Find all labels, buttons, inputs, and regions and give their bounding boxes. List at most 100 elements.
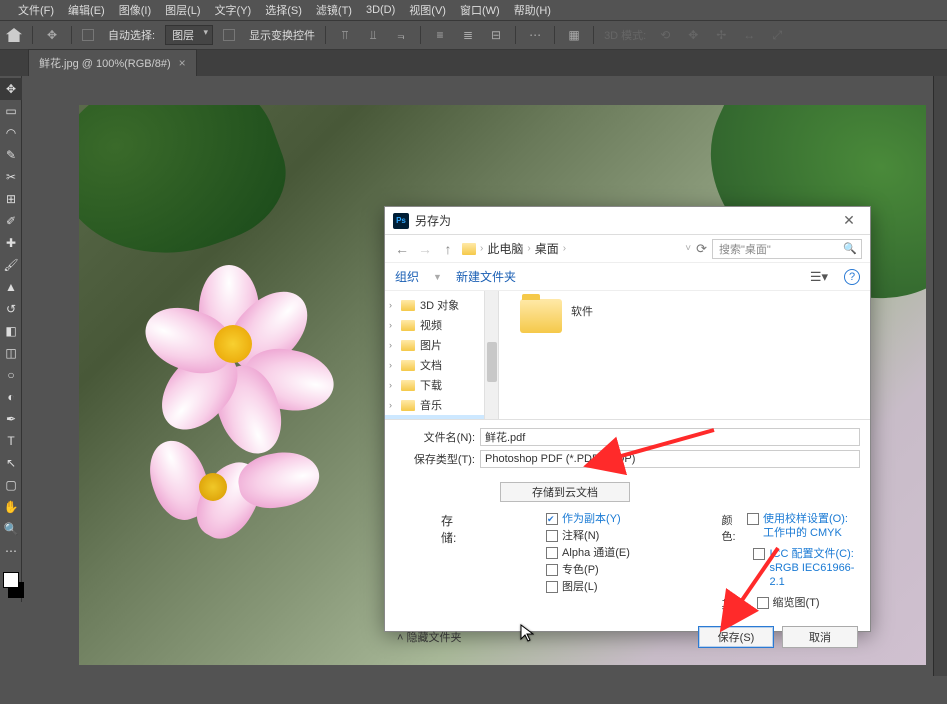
view-mode-icon[interactable]: ☰▾ xyxy=(808,268,830,286)
align-left-icon[interactable]: ⫪ xyxy=(336,26,354,44)
filename-input[interactable]: 鲜花.pdf xyxy=(480,428,860,446)
move-tool-icon[interactable]: ✥ xyxy=(43,26,61,44)
menu-image[interactable]: 图像(I) xyxy=(119,2,151,18)
close-tab-icon[interactable]: × xyxy=(179,56,186,70)
file-area[interactable]: 软件 xyxy=(499,291,870,419)
dialog-titlebar[interactable]: Ps 另存为 ✕ xyxy=(385,207,870,235)
search-placeholder: 搜索"桌面" xyxy=(719,241,771,257)
tree-item-downloads[interactable]: ›下载 xyxy=(385,375,484,395)
nav-forward-icon[interactable]: → xyxy=(416,241,434,257)
foreground-swatch[interactable] xyxy=(3,572,19,588)
menu-3d[interactable]: 3D(D) xyxy=(366,4,395,16)
breadcrumb-root[interactable]: 此电脑 xyxy=(487,240,523,257)
folder-icon xyxy=(401,340,415,351)
crop-tool-icon[interactable]: ✂ xyxy=(0,166,22,188)
search-input[interactable]: 搜索"桌面" 🔍 xyxy=(712,239,862,259)
refresh-icon[interactable]: ⟳ xyxy=(696,241,707,257)
autoselect-checkbox[interactable] xyxy=(82,29,94,41)
document-tab-bar: 鲜花.jpg @ 100%(RGB/8#) × xyxy=(0,50,947,76)
blur-tool-icon[interactable]: ○ xyxy=(0,364,22,386)
folder-item[interactable] xyxy=(511,299,571,333)
menu-layer[interactable]: 图层(L) xyxy=(165,2,200,18)
tree-item-pictures[interactable]: ›图片 xyxy=(385,335,484,355)
save-notes-checkbox[interactable]: 注释(N) xyxy=(546,529,661,543)
chevron-right-icon: › xyxy=(389,360,392,370)
more-align-icon[interactable]: ⋯ xyxy=(526,26,544,44)
organize-button[interactable]: 组织 xyxy=(395,268,419,285)
save-button[interactable]: 保存(S) xyxy=(698,626,774,648)
new-folder-button[interactable]: 新建文件夹 xyxy=(456,268,516,285)
edit-toolbar-icon[interactable]: ⋯ xyxy=(0,540,22,562)
autoselect-label: 自动选择: xyxy=(108,27,155,43)
document-tab[interactable]: 鲜花.jpg @ 100%(RGB/8#) × xyxy=(28,49,197,76)
cancel-button[interactable]: 取消 xyxy=(782,626,858,648)
separator xyxy=(325,26,326,44)
close-icon[interactable]: ✕ xyxy=(836,210,862,232)
overlap-icon[interactable]: ▦ xyxy=(565,26,583,44)
save-to-cloud-button[interactable]: 存储到云文档 xyxy=(500,482,630,502)
hide-folders-toggle[interactable]: ˄ 隐藏文件夹 xyxy=(397,629,690,645)
save-alpha-checkbox[interactable]: Alpha 通道(E) xyxy=(546,546,661,560)
align-right-icon[interactable]: ⫬ xyxy=(392,26,410,44)
tree-item-documents[interactable]: ›文档 xyxy=(385,355,484,375)
save-layers-checkbox[interactable]: 图层(L) xyxy=(546,580,661,594)
history-brush-icon[interactable]: ↺ xyxy=(0,298,22,320)
save-copy-checkbox[interactable]: 作为副本(Y) xyxy=(546,512,661,526)
transform-checkbox[interactable] xyxy=(223,29,235,41)
gradient-tool-icon[interactable]: ◫ xyxy=(0,342,22,364)
chevron-right-icon: › xyxy=(389,400,392,410)
move-tool-icon[interactable]: ✥ xyxy=(0,78,22,100)
tree-item-3dobjects[interactable]: ›3D 对象 xyxy=(385,295,484,315)
chevron-right-icon: › xyxy=(527,243,530,254)
marquee-tool-icon[interactable]: ▭ xyxy=(0,100,22,122)
menu-help[interactable]: 帮助(H) xyxy=(514,2,551,18)
breadcrumb-current[interactable]: 桌面 xyxy=(535,240,559,257)
menu-type[interactable]: 文字(Y) xyxy=(215,2,252,18)
icc-profile-checkbox[interactable]: ICC 配置文件(C): sRGB IEC61966-2.1 xyxy=(753,547,860,589)
frame-tool-icon[interactable]: ⊞ xyxy=(0,188,22,210)
home-icon[interactable] xyxy=(6,28,22,42)
nav-back-icon[interactable]: ← xyxy=(393,241,411,257)
tree-item-desktop[interactable]: ›桌面 xyxy=(385,415,484,419)
shape-tool-icon[interactable]: ▢ xyxy=(0,474,22,496)
breadcrumb[interactable]: › 此电脑 › 桌面 › xyxy=(462,240,680,257)
hand-tool-icon[interactable]: ✋ xyxy=(0,496,22,518)
menu-view[interactable]: 视图(V) xyxy=(409,2,446,18)
distribute-1-icon[interactable]: ≡ xyxy=(431,26,449,44)
menu-filter[interactable]: 滤镜(T) xyxy=(316,2,352,18)
filetype-label: 保存类型(T): xyxy=(395,451,475,467)
distribute-3-icon[interactable]: ⊟ xyxy=(487,26,505,44)
menu-edit[interactable]: 编辑(E) xyxy=(68,2,105,18)
tree-item-videos[interactable]: ›视频 xyxy=(385,315,484,335)
tree-scrollbar[interactable] xyxy=(485,291,499,419)
eraser-tool-icon[interactable]: ◧ xyxy=(0,320,22,342)
quickselect-tool-icon[interactable]: ✎ xyxy=(0,144,22,166)
filetype-select[interactable]: Photoshop PDF (*.PDF;*.PDP) xyxy=(480,450,860,468)
thumbnail-checkbox[interactable]: 缩览图(T) xyxy=(757,596,820,612)
nav-up-icon[interactable]: ↑ xyxy=(439,241,457,257)
lasso-tool-icon[interactable]: ◠ xyxy=(0,122,22,144)
tree-label: 桌面 xyxy=(420,417,442,419)
align-center-icon[interactable]: ⫫ xyxy=(364,26,382,44)
layer-dropdown[interactable]: 图层 xyxy=(165,25,213,45)
dodge-tool-icon[interactable]: ◐ xyxy=(0,386,22,408)
path-tool-icon[interactable]: ↖ xyxy=(0,452,22,474)
type-tool-icon[interactable]: T xyxy=(0,430,22,452)
help-icon[interactable]: ? xyxy=(844,269,860,285)
proof-setup-checkbox[interactable]: 使用校样设置(O): 工作中的 CMYK xyxy=(747,512,860,544)
pen-tool-icon[interactable]: ✒ xyxy=(0,408,22,430)
distribute-2-icon[interactable]: ≣ xyxy=(459,26,477,44)
menu-file[interactable]: 文件(F) xyxy=(18,2,54,18)
brush-tool-icon[interactable]: 🖌 xyxy=(0,254,22,276)
menu-window[interactable]: 窗口(W) xyxy=(460,2,500,18)
stamp-tool-icon[interactable]: ▲ xyxy=(0,276,22,298)
3d-slide-icon: ↔ xyxy=(740,26,758,44)
eyedropper-tool-icon[interactable]: ✐ xyxy=(0,210,22,232)
menu-select[interactable]: 选择(S) xyxy=(265,2,302,18)
heal-tool-icon[interactable]: ✚ xyxy=(0,232,22,254)
chevron-down-icon[interactable]: ˅ xyxy=(685,243,691,254)
right-panel-collapsed[interactable] xyxy=(933,76,947,676)
save-spot-checkbox[interactable]: 专色(P) xyxy=(546,563,661,577)
zoom-tool-icon[interactable]: 🔍 xyxy=(0,518,22,540)
tree-item-music[interactable]: ›音乐 xyxy=(385,395,484,415)
